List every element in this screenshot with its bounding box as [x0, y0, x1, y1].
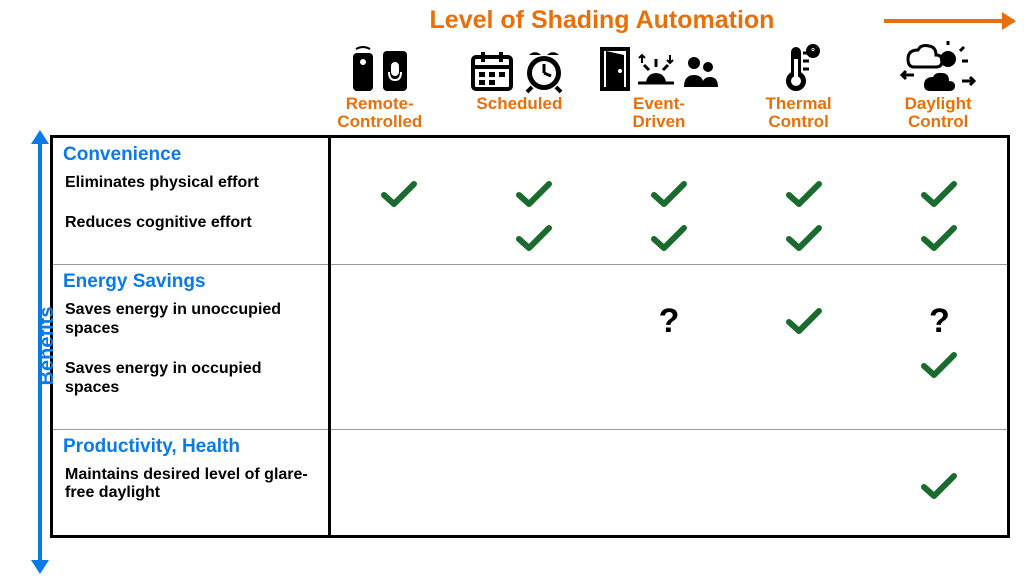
empty-cell: [466, 464, 601, 508]
empty-cell: [466, 299, 601, 343]
empty-cell: [737, 343, 872, 387]
category-label: Energy Savings: [63, 271, 318, 293]
arrow-right-icon: [884, 19, 1014, 23]
check-mark: [872, 216, 1007, 260]
category-label: Productivity, Health: [63, 436, 318, 458]
check-mark: [601, 172, 736, 216]
empty-cell: [331, 299, 466, 343]
speaker-phone-icon: [310, 39, 450, 93]
col-daylight: DaylightControl: [868, 39, 1008, 131]
col-label: Event-Driven: [589, 95, 729, 131]
question-mark: ?: [601, 299, 736, 343]
svg-text:°: °: [811, 47, 815, 58]
col-remote: Remote-Controlled: [310, 39, 450, 131]
benefit-label: Maintains desired level of glare-free da…: [65, 466, 318, 503]
row-group: Energy Savings Saves energy in unoccupied…: [52, 265, 330, 430]
col-label: ThermalControl: [729, 95, 869, 131]
x-axis-title: Level of Shading Automation: [310, 6, 894, 35]
check-mark: [872, 172, 1007, 216]
benefit-label: Saves energy in occupied spaces: [65, 360, 318, 397]
check-mark: [737, 216, 872, 260]
thermometer-icon: °: [729, 39, 869, 93]
check-mark: [466, 172, 601, 216]
col-label: Remote-Controlled: [310, 95, 450, 131]
benefit-label: Saves energy in unoccupied spaces: [65, 301, 318, 338]
empty-cell: [466, 343, 601, 387]
check-mark: [872, 343, 1007, 387]
benefits-matrix: Convenience Eliminates physical effort Red…: [50, 135, 1010, 538]
marks-area: [330, 430, 1009, 537]
empty-cell: [601, 464, 736, 508]
check-mark: [331, 172, 466, 216]
empty-cell: [331, 464, 466, 508]
empty-cell: [737, 464, 872, 508]
benefit-label: Reduces cognitive effort: [65, 214, 318, 232]
question-mark: ?: [872, 299, 1007, 343]
category-label: Convenience: [63, 144, 318, 166]
col-scheduled: Scheduled: [450, 39, 590, 131]
question-icon: ?: [929, 302, 950, 341]
calendar-clock-icon: [450, 39, 590, 93]
empty-cell: [331, 343, 466, 387]
col-label: DaylightControl: [868, 95, 1008, 131]
row-group: Convenience Eliminates physical effort Red…: [52, 136, 330, 265]
marks-area: [330, 136, 1009, 265]
column-headers: Remote-Controlled Scheduled Event-Driven…: [310, 39, 1008, 131]
marks-area: ??: [330, 265, 1009, 430]
clouds-sun-icon: [868, 39, 1008, 93]
check-mark: [601, 216, 736, 260]
col-label: Scheduled: [450, 95, 590, 113]
y-axis-title: Benefits: [36, 306, 59, 385]
check-mark: [466, 216, 601, 260]
benefit-label: Eliminates physical effort: [65, 174, 318, 192]
door-sun-people-icon: [589, 39, 729, 93]
check-mark: [872, 464, 1007, 508]
empty-cell: [331, 216, 466, 260]
check-mark: [737, 299, 872, 343]
col-thermal: ° ThermalControl: [729, 39, 869, 131]
check-mark: [737, 172, 872, 216]
row-group: Productivity, Health Maintains desired le…: [52, 430, 330, 537]
question-icon: ?: [659, 302, 680, 341]
col-event: Event-Driven: [589, 39, 729, 131]
empty-cell: [601, 343, 736, 387]
x-axis-title-text: Level of Shading Automation: [430, 6, 775, 34]
